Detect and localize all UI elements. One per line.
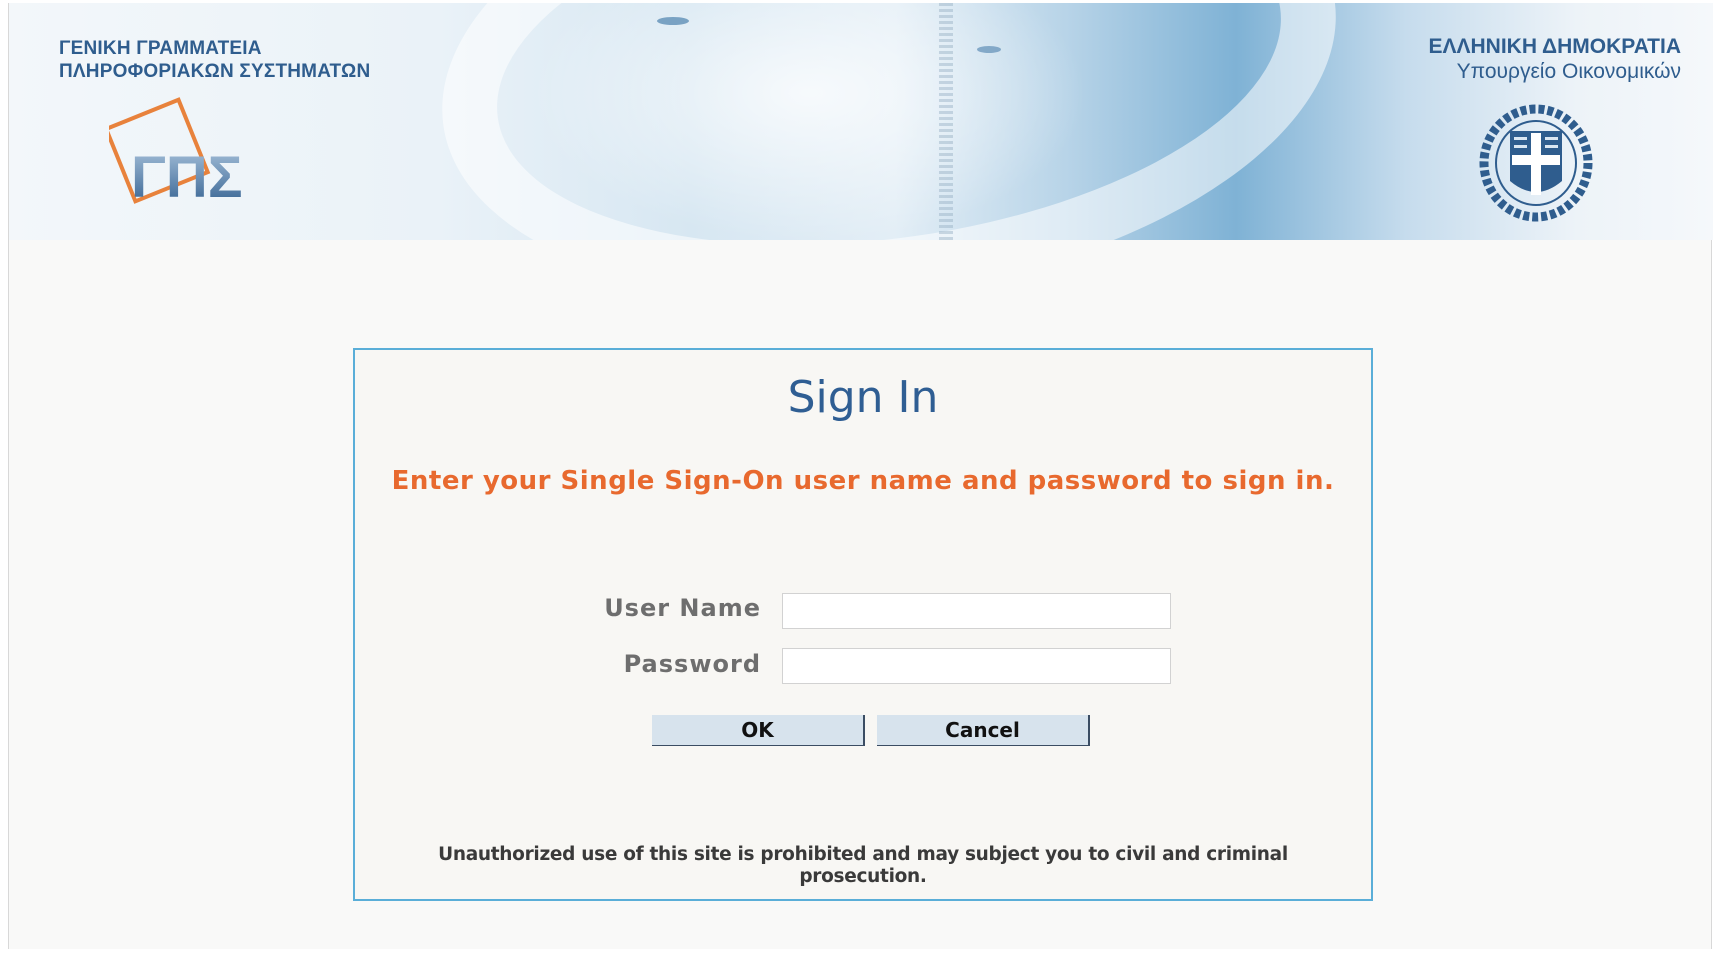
header-banner: ΓΕΝΙΚΗ ΓΡΑΜΜΑΤΕΙΑ ΠΛΗΡΟΦΟΡΙΑΚΩΝ ΣΥΣΤΗΜΑΤ… <box>9 3 1713 240</box>
org-right-line2: Υπουργείο Οικονομικών <box>1456 60 1681 83</box>
org-left-line1: ΓΕΝΙΚΗ ΓΡΑΜΜΑΤΕΙΑ <box>59 38 262 59</box>
username-input[interactable] <box>782 593 1171 629</box>
org-right-line1: ΕΛΛΗΝΙΚΗ ΔΗΜΟΚΡΑΤΙΑ <box>1428 35 1681 58</box>
banner-decoration <box>657 17 689 25</box>
signin-panel: Sign In Enter your Single Sign-On user n… <box>353 348 1373 901</box>
org-name-left: ΓΕΝΙΚΗ ΓΡΑΜΜΑΤΕΙΑ ΠΛΗΡΟΦΟΡΙΑΚΩΝ ΣΥΣΤΗΜΑΤ… <box>59 37 370 83</box>
password-input[interactable] <box>782 648 1171 684</box>
banner-texture-line <box>939 3 953 240</box>
gps-logo-icon: ΓΠΣ <box>109 97 243 210</box>
signin-title: Sign In <box>787 372 939 423</box>
cancel-button[interactable]: Cancel <box>877 715 1090 746</box>
ok-button[interactable]: OK <box>652 715 865 746</box>
org-left-line2: ΠΛΗΡΟΦΟΡΙΑΚΩΝ ΣΥΣΤΗΜΑΤΩΝ <box>59 61 371 82</box>
org-name-right: ΕΛΛΗΝΙΚΗ ΔΗΜΟΚΡΑΤΙΑ Υπουργείο Οικονομικώ… <box>1428 34 1681 84</box>
gps-logo-text: ΓΠΣ <box>131 145 243 210</box>
signin-instruction: Enter your Single Sign-On user name and … <box>391 466 1335 496</box>
banner-decoration <box>977 46 1001 53</box>
greek-coat-of-arms-icon <box>1479 104 1593 222</box>
page-frame: ΓΕΝΙΚΗ ΓΡΑΜΜΑΤΕΙΑ ΠΛΗΡΟΦΟΡΙΑΚΩΝ ΣΥΣΤΗΜΑΤ… <box>8 3 1713 949</box>
legal-notice: Unauthorized use of this site is prohibi… <box>438 844 1288 887</box>
username-label: User Name <box>604 594 761 622</box>
password-label: Password <box>623 650 761 678</box>
